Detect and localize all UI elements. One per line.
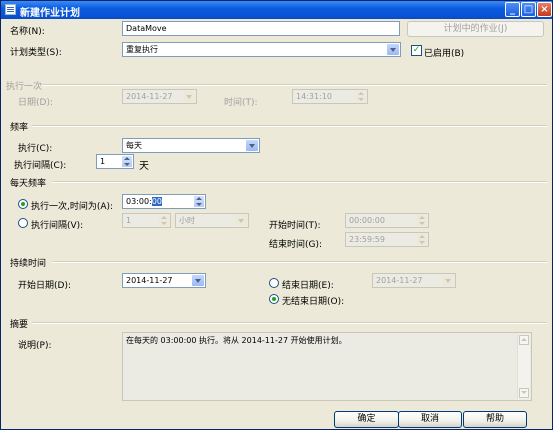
occurs-dropdown[interactable]: 每天	[122, 138, 260, 153]
window-icon	[5, 4, 16, 15]
start-time-input[interactable]: 00:00:00	[345, 213, 429, 228]
duration-divider	[52, 261, 547, 263]
occurs-once-time-selected: 00	[151, 197, 162, 206]
daily-frequency-section-title: 每天频率	[10, 179, 47, 189]
daily-frequency-divider	[52, 181, 547, 183]
occurs-label: 执行(C):	[18, 144, 53, 154]
window-title: 新建作业计划	[20, 8, 80, 19]
start-time-label: 开始时间(T):	[269, 221, 321, 231]
jobs-in-schedule-button[interactable]: 计划中的作业(J)	[407, 21, 544, 37]
end-time-value: 23:59:59	[349, 235, 385, 244]
description-textarea[interactable]: 在每天的 03:00:00 执行。将从 2014-11-27 开始使用计划。	[122, 332, 532, 401]
one-time-time-label: 时间(T):	[224, 98, 258, 108]
start-date-picker[interactable]: 2014-11-27	[122, 273, 206, 288]
end-time-label: 结束时间(G):	[269, 240, 323, 250]
interval-value: 1	[100, 157, 106, 166]
spin-arrows-icon	[417, 215, 427, 226]
interval-unit: 天	[139, 161, 149, 172]
name-label: 名称(N):	[10, 27, 45, 37]
chevron-down-icon	[246, 140, 258, 151]
spin-arrows-icon	[194, 196, 204, 207]
chevron-down-icon	[235, 215, 247, 226]
chevron-down-icon	[442, 275, 454, 286]
duration-section-title: 持续时间	[10, 259, 47, 269]
frequency-section-title: 频率	[10, 123, 29, 133]
spin-arrows-icon	[356, 91, 366, 102]
occurs-once-radio[interactable]	[18, 199, 28, 209]
summary-section-title: 摘要	[10, 320, 29, 330]
occurs-once-time-prefix: 03:00:	[126, 197, 152, 206]
occurs-every-radio[interactable]	[18, 218, 28, 228]
occurs-once-time-input[interactable]: 03:00:00	[122, 194, 206, 209]
no-end-date-radio[interactable]	[269, 294, 279, 304]
interval-label: 执行间隔(C):	[14, 161, 67, 171]
start-date-label: 开始日期(D):	[18, 281, 71, 291]
schedule-type-dropdown[interactable]: 重复执行	[122, 42, 401, 57]
cancel-button[interactable]: 取消	[398, 411, 462, 428]
end-date-value: 2014-11-27	[376, 276, 423, 285]
description-scrollbar[interactable]	[517, 334, 530, 399]
chevron-down-icon	[387, 44, 399, 55]
help-button[interactable]: 帮助	[463, 411, 527, 428]
close-button[interactable]: ×	[537, 2, 552, 17]
one-time-date-label: 日期(D):	[18, 98, 53, 108]
name-input[interactable]: DataMove	[122, 21, 400, 36]
spin-arrows-icon	[159, 215, 169, 226]
frequency-divider	[32, 125, 547, 127]
enabled-label: 已启用(B)	[424, 49, 465, 59]
interval-stepper[interactable]: 1	[96, 154, 134, 169]
summary-divider	[32, 322, 547, 324]
one-time-date-picker[interactable]: 2014-11-27	[122, 89, 197, 104]
no-end-date-label: 无结束日期(O):	[282, 297, 345, 307]
end-date-picker[interactable]: 2014-11-27	[372, 273, 456, 288]
occurs-every-unit-dropdown[interactable]: 小时	[175, 213, 249, 228]
scroll-up-icon[interactable]	[519, 335, 529, 345]
spin-arrows-icon	[417, 234, 427, 245]
scroll-down-icon[interactable]	[519, 388, 529, 398]
chevron-down-icon	[192, 275, 204, 286]
minimize-button[interactable]: _	[505, 2, 520, 17]
spin-arrows-icon	[122, 156, 132, 167]
occurs-once-label: 执行一次,时间为(A):	[31, 202, 114, 212]
title-bar[interactable]: 新建作业计划 _ □ ×	[1, 1, 552, 19]
end-date-radio[interactable]	[269, 278, 279, 288]
end-time-input[interactable]: 23:59:59	[345, 232, 429, 247]
start-time-value: 00:00:00	[349, 216, 385, 225]
start-date-value: 2014-11-27	[126, 276, 173, 285]
one-time-date-value: 2014-11-27	[126, 92, 173, 101]
enabled-checkbox[interactable]: ✓	[411, 45, 422, 56]
one-time-time-input[interactable]: 14:31:10	[292, 89, 368, 104]
one-time-time-value: 14:31:10	[296, 92, 332, 101]
occurs-every-value: 1	[126, 216, 132, 225]
occurs-every-stepper[interactable]: 1	[122, 213, 171, 228]
one-time-divider	[42, 84, 547, 86]
description-text: 在每天的 03:00:00 执行。将从 2014-11-27 开始使用计划。	[126, 336, 347, 345]
maximize-button[interactable]: □	[521, 2, 536, 17]
description-label: 说明(P):	[18, 341, 52, 351]
schedule-type-value: 重复执行	[126, 45, 158, 54]
occurs-every-label: 执行间隔(V):	[31, 221, 84, 231]
occurs-every-unit: 小时	[179, 216, 195, 225]
one-time-section-title: 执行一次	[6, 82, 43, 92]
ok-button[interactable]: 确定	[334, 411, 399, 428]
chevron-down-icon	[183, 91, 195, 102]
new-job-schedule-dialog: 新建作业计划 _ □ × 名称(N): DataMove 计划中的作业(J) 计…	[0, 0, 553, 430]
occurs-value: 每天	[126, 141, 142, 150]
schedule-type-label: 计划类型(S):	[10, 48, 62, 58]
end-date-label: 结束日期(E):	[282, 281, 334, 291]
